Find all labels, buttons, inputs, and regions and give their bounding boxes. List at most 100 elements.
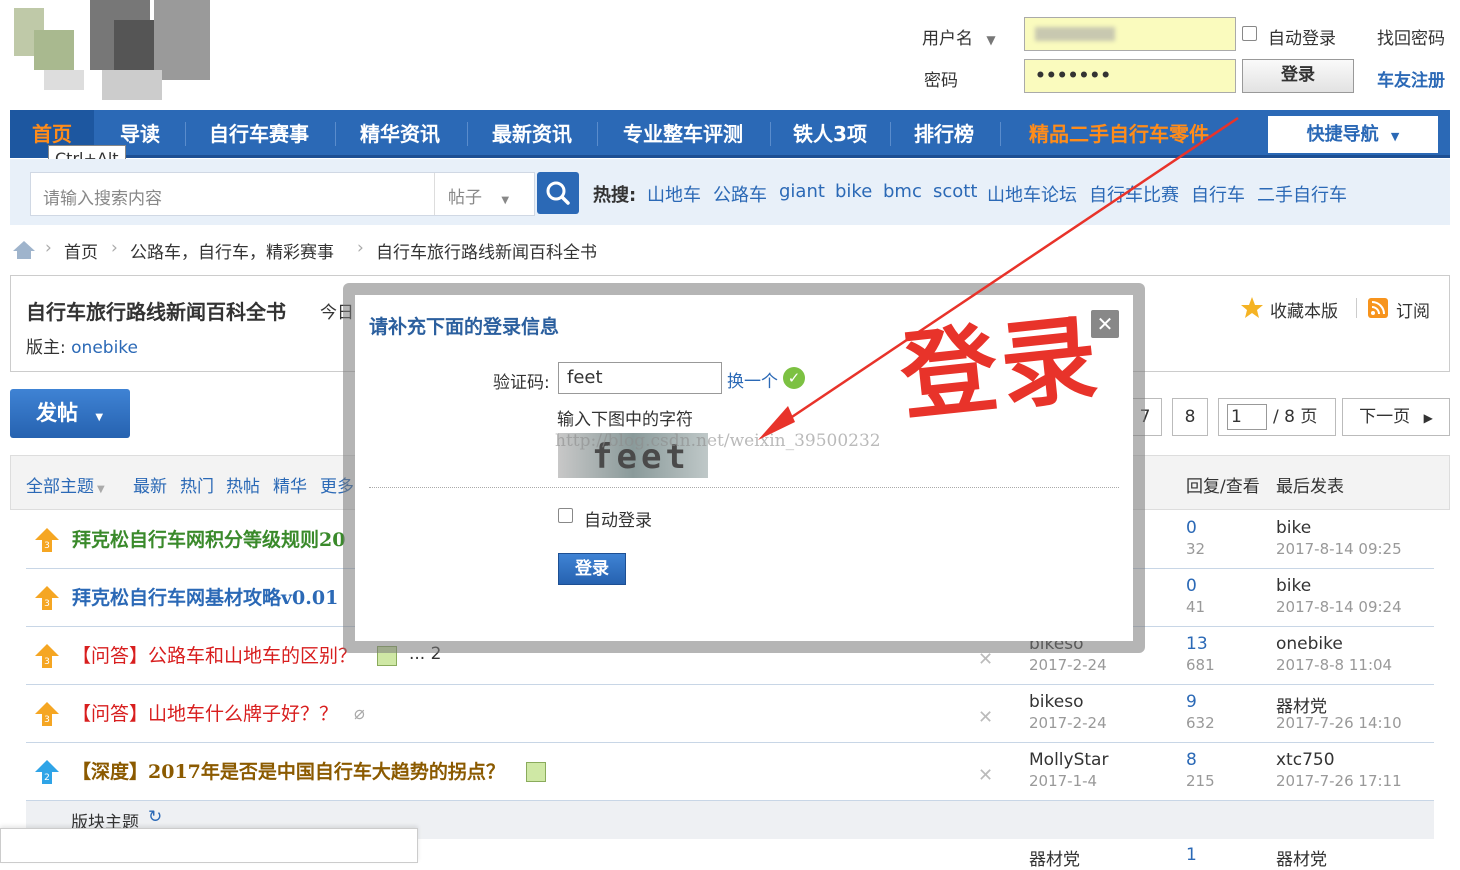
page-total: / 8 页 [1273, 407, 1318, 427]
thread-title[interactable]: 拜克松自行车网积分等级规则20 [72, 525, 345, 552]
nav-reviews[interactable]: 专业整车评测 [608, 110, 758, 158]
reply-count[interactable]: 13 [1186, 634, 1208, 654]
divider [369, 487, 1119, 488]
register-link[interactable]: 车友注册 [1377, 66, 1445, 91]
triangle-right-icon: ▶ [1423, 411, 1433, 425]
quick-nav-button[interactable]: 快捷导航 ▼ [1268, 116, 1438, 153]
password-input[interactable]: ••••••• [1024, 59, 1236, 93]
last-post-time[interactable]: 2017-8-14 09:24 [1276, 598, 1402, 616]
last-post-time[interactable]: 2017-7-26 17:11 [1276, 772, 1402, 790]
pinned-arrow-icon: 3 [35, 586, 59, 610]
captcha-input[interactable]: feet [558, 362, 722, 394]
quick-nav-label: 快捷导航 [1306, 124, 1379, 145]
thread-title[interactable]: 【问答】公路车和山地车的区别？ [72, 641, 357, 668]
nav-races[interactable]: 自行车赛事 [196, 110, 322, 158]
thread-author[interactable]: 器材党 [1029, 845, 1080, 870]
filter-hotpost[interactable]: 热帖 [226, 472, 260, 497]
next-page-button[interactable]: 下一页 ▶ [1342, 398, 1450, 436]
chevron-down-icon: ▼ [986, 33, 996, 47]
view-count: 32 [1186, 540, 1206, 558]
pinned-arrow-icon: 2 [35, 760, 59, 784]
post-button[interactable]: 发帖 ▼ [10, 389, 130, 438]
hot-term[interactable]: 山地车 [647, 181, 701, 207]
breadcrumb-sep: › [357, 238, 364, 258]
last-poster[interactable]: bike [1276, 576, 1311, 596]
breadcrumb-item[interactable]: 公路车，自行车，精彩赛事 [130, 238, 334, 263]
breadcrumb-sep: › [111, 238, 118, 258]
rss-icon[interactable] [1368, 298, 1388, 318]
auto-login-label[interactable]: 自动登录 [1268, 24, 1336, 49]
filter-hot[interactable]: 热门 [180, 472, 214, 497]
image-attachment-icon [526, 762, 546, 782]
reply-count[interactable]: 8 [1186, 750, 1197, 770]
filter-latest[interactable]: 最新 [133, 472, 167, 497]
reply-count[interactable]: 1 [1186, 845, 1197, 865]
caret-down-icon: ▼ [1390, 130, 1400, 143]
reply-view-header: 回复/查看 [1186, 477, 1260, 497]
svg-text:2: 2 [44, 773, 50, 783]
caret-down-icon: ▼ [97, 484, 105, 495]
last-poster[interactable]: xtc750 [1276, 750, 1335, 770]
last-poster[interactable]: 器材党 [1276, 845, 1327, 870]
login-button[interactable]: 登录 [1242, 59, 1354, 93]
search-type-select[interactable]: 帖子 ▼ [448, 183, 509, 208]
reply-count[interactable]: 0 [1186, 576, 1197, 596]
captcha-label: 验证码: [493, 373, 550, 393]
last-poster[interactable]: onebike [1276, 634, 1343, 654]
caret-down-icon: ▼ [501, 195, 510, 206]
username-label[interactable]: 用户名 ▼ [922, 24, 996, 49]
view-count: 632 [1186, 714, 1215, 732]
search-button[interactable] [537, 172, 579, 214]
thread-date: 2017-2-24 [1029, 714, 1107, 732]
breadcrumb-item[interactable]: 首页 [64, 238, 98, 263]
thread-title[interactable]: 【深度】2017年是否是中国自行车大趋势的拐点？ [72, 757, 505, 784]
username-blurred [1035, 27, 1115, 41]
site-logo-blurred [14, 0, 210, 100]
next-page-label: 下一页 [1359, 407, 1411, 427]
last-post-time[interactable]: 2017-8-8 11:04 [1276, 656, 1392, 674]
search-type-label: 帖子 [448, 188, 482, 208]
subscribe-link[interactable]: 订阅 [1396, 297, 1430, 322]
nav-featured[interactable]: 精华资讯 [346, 110, 454, 158]
dialog-title: 请补充下面的登录信息 [369, 316, 560, 338]
checkbox-box[interactable] [558, 508, 573, 523]
pinned-arrow-icon: 3 [35, 528, 59, 552]
filter-all[interactable]: 全部主题 ▼ [26, 472, 105, 497]
search-icon [546, 181, 570, 205]
refresh-icon[interactable]: ↻ [148, 807, 162, 827]
auto-login-checkbox[interactable] [558, 508, 573, 527]
view-count: 215 [1186, 772, 1215, 790]
last-post-time[interactable]: 2017-8-14 09:25 [1276, 540, 1402, 558]
auto-login-label[interactable]: 自动登录 [584, 506, 652, 531]
filter-digest[interactable]: 精华 [273, 472, 307, 497]
annotation-text: 登录 [895, 300, 1107, 435]
forum-title: 自行车旅行路线新闻百科全书 [26, 300, 286, 324]
hot-search-label: 热搜: [593, 185, 637, 206]
thread-author[interactable]: MollyStar [1029, 750, 1108, 770]
thread-author[interactable]: bikeso [1029, 692, 1083, 712]
nav-latest[interactable]: 最新资讯 [478, 110, 586, 158]
last-poster[interactable]: bike [1276, 518, 1311, 538]
username-input[interactable] [1024, 17, 1236, 51]
thread-title[interactable]: 【问答】山地车什么牌子好？？ [72, 699, 338, 726]
dialog-login-button[interactable]: 登录 [558, 553, 626, 585]
captcha-hint: 输入下图中的字符 [557, 410, 693, 430]
moderator-link[interactable]: onebike [71, 338, 138, 358]
breadcrumb-item[interactable]: 自行车旅行路线新闻百科全书 [376, 238, 597, 263]
search-placeholder: 请输入搜索内容 [43, 189, 162, 209]
home-icon[interactable] [12, 240, 36, 260]
hot-term[interactable]: 二手自行车 [1257, 181, 1347, 207]
table-row: 3 【问答】山地车什么牌子好？？ ⌀ ✕ bikeso 2017-2-24 9 … [26, 685, 1434, 743]
close-icon[interactable]: ✕ [978, 707, 993, 728]
auto-login-checkbox[interactable] [1242, 26, 1257, 45]
favorite-link[interactable]: 收藏本版 [1270, 297, 1338, 322]
thread-title[interactable]: 拜克松自行车网基材攻略v0.01 [72, 583, 338, 610]
checkbox-box[interactable] [1242, 26, 1257, 41]
view-count: 41 [1186, 598, 1206, 616]
last-post-time[interactable]: 2017-7-26 14:10 [1276, 714, 1402, 732]
svg-text:3: 3 [44, 541, 50, 551]
reply-count[interactable]: 0 [1186, 518, 1197, 538]
close-icon[interactable]: ✕ [978, 765, 993, 786]
reply-count[interactable]: 9 [1186, 692, 1197, 712]
recover-password-link[interactable]: 找回密码 [1377, 24, 1445, 49]
